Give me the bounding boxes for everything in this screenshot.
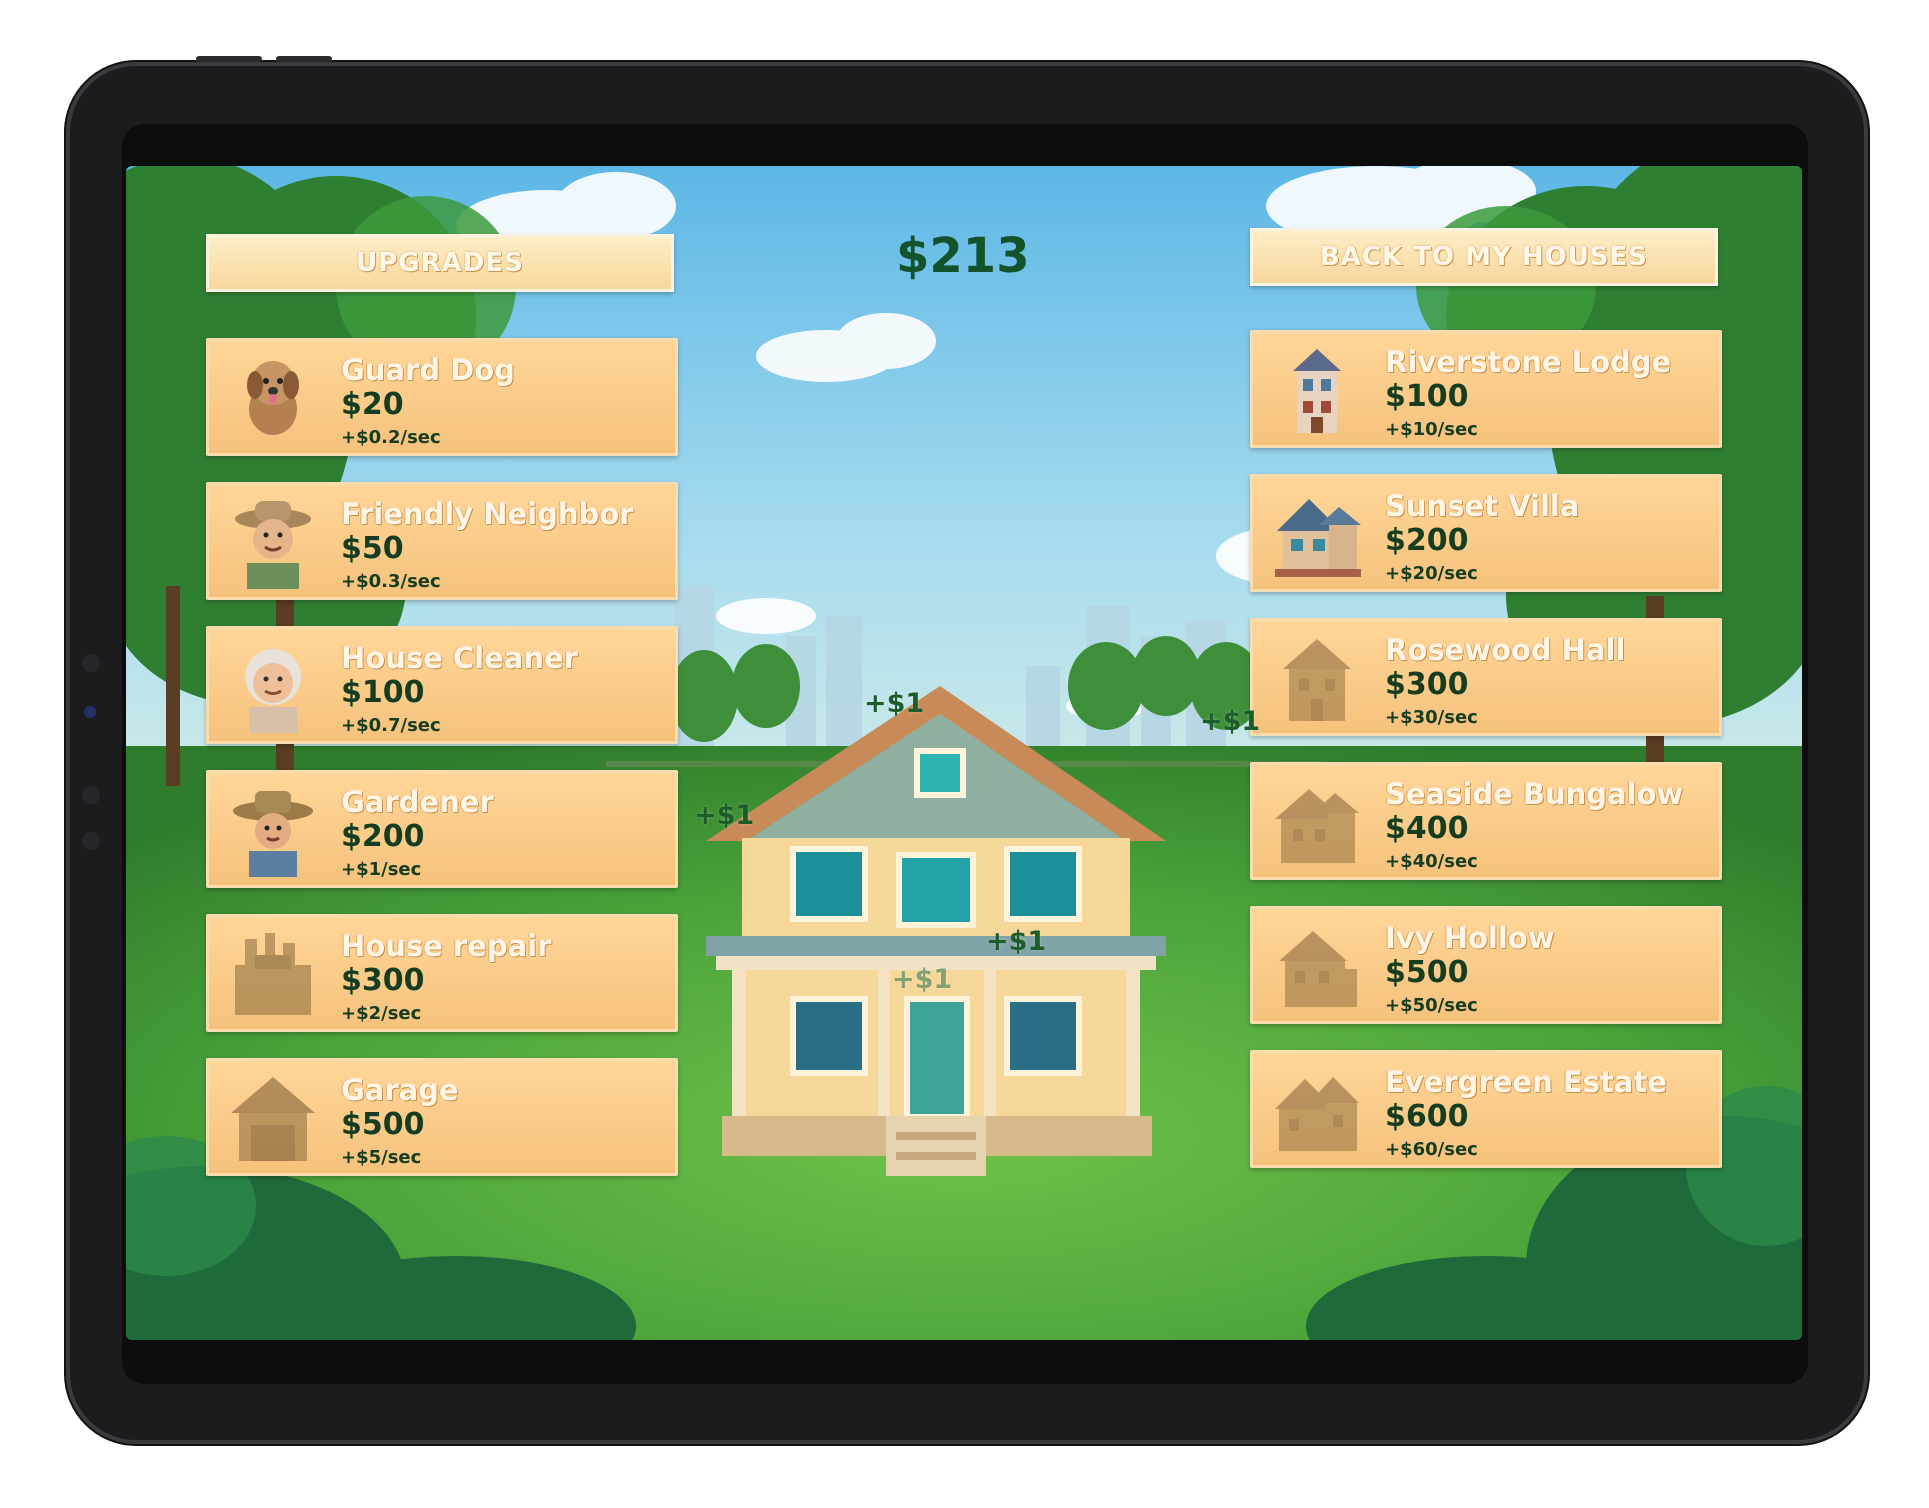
income-floater: +$1	[694, 800, 755, 831]
estate-icon	[1275, 1077, 1359, 1151]
house-rate: +$10/sec	[1385, 419, 1478, 440]
upgrade-name: House Cleaner	[341, 641, 578, 675]
income-floater: +$1	[892, 964, 953, 995]
house-rate: +$40/sec	[1385, 851, 1478, 872]
upgrade-card[interactable]: Friendly Neighbor $50 +$0.3/sec	[206, 482, 678, 600]
upgrade-card[interactable]: Guard Dog $20 +$0.2/sec	[206, 338, 678, 456]
hall-icon	[1283, 639, 1351, 721]
house-name: Riverstone Lodge	[1385, 345, 1672, 379]
house-rate: +$50/sec	[1385, 995, 1478, 1016]
upgrade-name: Friendly Neighbor	[341, 497, 634, 531]
house-name: Evergreen Estate	[1385, 1065, 1667, 1099]
house-rate: +$20/sec	[1385, 563, 1478, 584]
house-card[interactable]: Rosewood Hall $300 +$30/sec	[1250, 618, 1722, 736]
house-card[interactable]: Evergreen Estate $600 +$60/sec	[1250, 1050, 1722, 1168]
house-price: $600	[1385, 1099, 1469, 1134]
house-name: Ivy Hollow	[1385, 921, 1555, 955]
house-price: $400	[1385, 811, 1469, 846]
upgrade-rate: +$1/sec	[341, 859, 422, 880]
sensor-icon	[82, 832, 100, 850]
upgrade-price: $20	[341, 387, 404, 422]
sensor-icon	[84, 706, 96, 718]
upgrade-card[interactable]: Gardener $200 +$1/sec	[206, 770, 678, 888]
house-price: $200	[1385, 523, 1469, 558]
cleaner-icon	[245, 649, 301, 733]
upgrades-button[interactable]: UPGRADES	[206, 234, 674, 292]
volume-button	[196, 56, 262, 62]
upgrade-price: $100	[341, 675, 425, 710]
upgrade-rate: +$0.7/sec	[341, 715, 441, 736]
game-screen: UPGRADES $213 BACK TO MY HOUSES Guard Do…	[126, 166, 1802, 1340]
house-card[interactable]: Seaside Bungalow $400 +$40/sec	[1250, 762, 1722, 880]
house-price: $500	[1385, 955, 1469, 990]
lodge-icon	[1293, 349, 1341, 433]
upgrade-name: Garage	[341, 1073, 459, 1107]
house-name: Sunset Villa	[1385, 489, 1580, 523]
camera-icon	[82, 654, 100, 672]
hollow-icon	[1279, 931, 1357, 1007]
toolbox-icon	[235, 933, 311, 1015]
upgrade-name: House repair	[341, 929, 552, 963]
garage-icon	[231, 1077, 315, 1161]
upgrade-card[interactable]: House repair $300 +$2/sec	[206, 914, 678, 1032]
house-price: $100	[1385, 379, 1469, 414]
upgrade-price: $200	[341, 819, 425, 854]
income-floater: +$1	[1200, 706, 1261, 737]
house-rate: +$30/sec	[1385, 707, 1478, 728]
upgrade-price: $500	[341, 1107, 425, 1142]
upgrade-rate: +$0.3/sec	[341, 571, 441, 592]
upgrade-name: Gardener	[341, 785, 494, 819]
house-rate: +$60/sec	[1385, 1139, 1478, 1160]
back-to-my-houses-button[interactable]: BACK TO MY HOUSES	[1250, 228, 1718, 286]
power-button	[276, 56, 332, 62]
upgrade-rate: +$0.2/sec	[341, 427, 441, 448]
house-card[interactable]: Riverstone Lodge $100 +$10/sec	[1250, 330, 1722, 448]
upgrade-name: Guard Dog	[341, 353, 515, 387]
sensor-icon	[82, 786, 100, 804]
bungalow-icon	[1275, 789, 1359, 863]
upgrade-rate: +$5/sec	[341, 1147, 422, 1168]
villa-icon	[1275, 499, 1361, 577]
income-floater: +$1	[986, 926, 1047, 957]
upgrade-card[interactable]: Garage $500 +$5/sec	[206, 1058, 678, 1176]
house-name: Seaside Bungalow	[1385, 777, 1684, 811]
dog-icon	[247, 361, 299, 435]
upgrade-rate: +$2/sec	[341, 1003, 422, 1024]
neighbor-icon	[235, 501, 311, 589]
upgrade-price: $50	[341, 531, 404, 566]
house-card[interactable]: Sunset Villa $200 +$20/sec	[1250, 474, 1722, 592]
gardener-icon	[233, 791, 313, 877]
upgrade-card[interactable]: House Cleaner $100 +$0.7/sec	[206, 626, 678, 744]
income-floater: +$1	[864, 688, 925, 719]
upgrade-price: $300	[341, 963, 425, 998]
house-card[interactable]: Ivy Hollow $500 +$50/sec	[1250, 906, 1722, 1024]
house-price: $300	[1385, 667, 1469, 702]
house-name: Rosewood Hall	[1385, 633, 1626, 667]
